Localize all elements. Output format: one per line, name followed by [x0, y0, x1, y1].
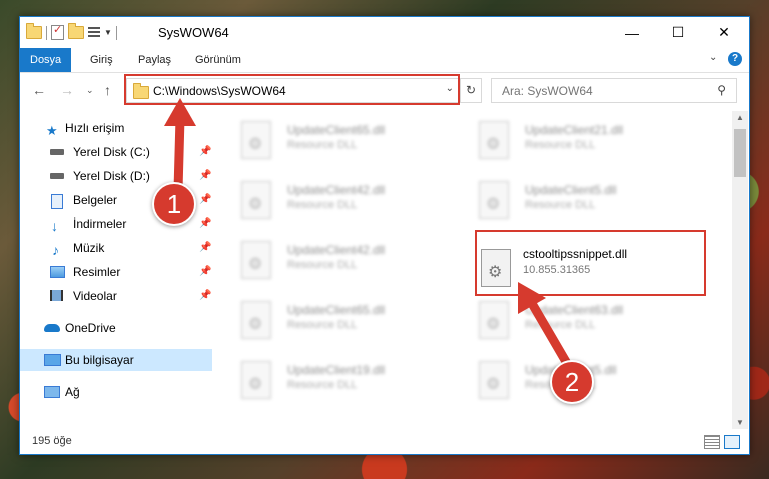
step-badge-2: 2 [550, 360, 594, 404]
arrow-1 [164, 98, 196, 195]
arrow-2 [518, 282, 577, 377]
annotation-arrows [164, 98, 577, 377]
step-badge-1: 1 [152, 182, 196, 226]
